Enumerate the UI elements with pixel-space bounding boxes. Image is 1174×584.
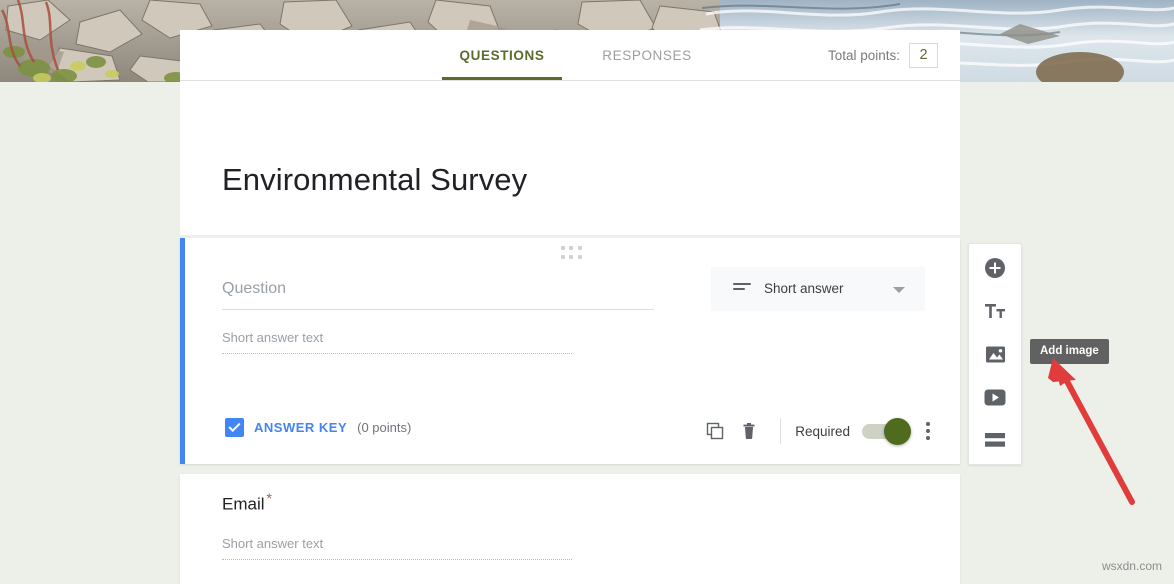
email-label-text: Email bbox=[222, 494, 265, 514]
image-icon bbox=[985, 346, 1005, 362]
total-points-label: Total points: bbox=[827, 48, 900, 63]
answer-key-points: (0 points) bbox=[357, 420, 412, 435]
add-question-button[interactable] bbox=[978, 254, 1012, 282]
watermark: wsxdn.com bbox=[1101, 559, 1162, 573]
total-points-value[interactable]: 2 bbox=[909, 43, 938, 68]
form-title-input[interactable]: Environmental Survey bbox=[222, 162, 527, 198]
question-card-email[interactable]: Email * Short answer text bbox=[180, 474, 960, 584]
short-answer-icon bbox=[733, 283, 751, 294]
toggle-knob bbox=[884, 417, 911, 445]
tab-responses[interactable]: RESPONSES bbox=[582, 30, 712, 80]
chevron-down-icon bbox=[893, 287, 905, 293]
footer-divider bbox=[780, 418, 782, 444]
form-tabbar: QUESTIONS RESPONSES Total points: 2 bbox=[180, 30, 960, 81]
trash-icon bbox=[743, 423, 755, 439]
question-card-footer: ANSWER KEY (0 points) Required bbox=[185, 414, 960, 448]
title-text-icon bbox=[985, 304, 1005, 318]
active-tab-indicator bbox=[442, 77, 562, 80]
question-type-select[interactable]: Short answer bbox=[711, 267, 925, 311]
form-editor-panel: QUESTIONS RESPONSES Total points: 2 Envi… bbox=[180, 30, 960, 584]
email-question-label: Email * bbox=[222, 490, 272, 515]
short-answer-preview: Short answer text bbox=[222, 330, 572, 354]
question-title-input[interactable]: Question bbox=[222, 280, 654, 310]
required-toggle[interactable] bbox=[862, 417, 911, 445]
required-label: Required bbox=[795, 423, 850, 439]
tab-questions[interactable]: QUESTIONS bbox=[442, 30, 562, 80]
required-asterisk: * bbox=[266, 490, 272, 506]
question-card-active[interactable]: Question Short answer text Short answer … bbox=[180, 238, 960, 464]
insert-toolbar bbox=[968, 243, 1022, 465]
answer-key-checkbox-icon bbox=[225, 418, 244, 437]
question-actions: Required bbox=[698, 414, 934, 448]
duplicate-button[interactable] bbox=[698, 414, 732, 448]
section-icon bbox=[985, 433, 1005, 447]
add-section-button[interactable] bbox=[978, 426, 1012, 454]
duplicate-icon bbox=[707, 422, 724, 440]
drag-handle-icon[interactable] bbox=[561, 246, 583, 260]
form-title-card: Environmental Survey Form description bbox=[180, 81, 960, 253]
red-arrow-icon bbox=[1048, 358, 1135, 505]
question-type-label: Short answer bbox=[764, 281, 844, 296]
video-icon bbox=[984, 389, 1006, 405]
delete-button[interactable] bbox=[732, 414, 766, 448]
total-points: Total points: 2 bbox=[828, 43, 938, 68]
add-title-button[interactable] bbox=[978, 297, 1012, 325]
add-image-button[interactable] bbox=[978, 340, 1012, 368]
email-answer-preview: Short answer text bbox=[222, 536, 572, 560]
add-video-button[interactable] bbox=[978, 383, 1012, 411]
answer-key-label: ANSWER KEY bbox=[254, 420, 348, 435]
circle-plus-icon bbox=[985, 258, 1005, 278]
answer-key-button[interactable]: ANSWER KEY (0 points) bbox=[225, 418, 411, 437]
more-options-icon[interactable] bbox=[922, 418, 934, 444]
tooltip-add-image: Add image bbox=[1030, 339, 1109, 364]
